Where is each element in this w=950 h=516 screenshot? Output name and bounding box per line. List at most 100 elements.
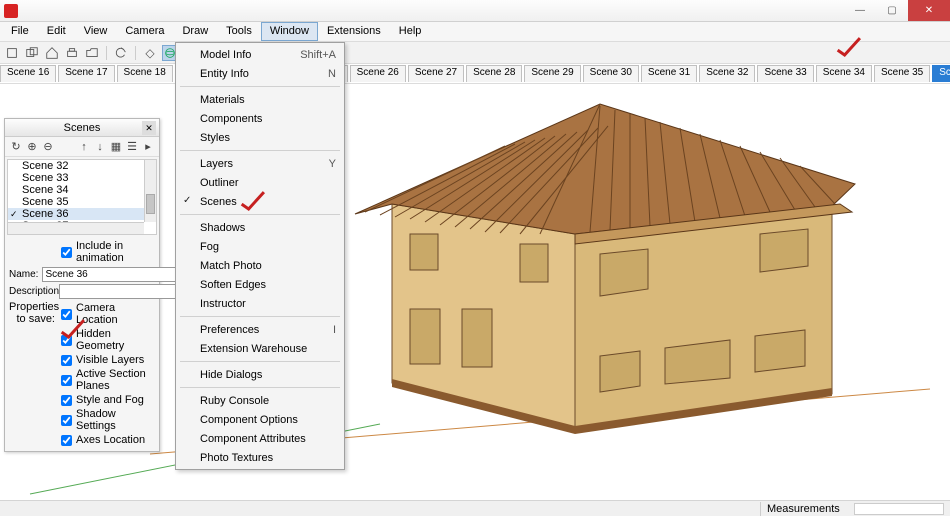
menu-item-component-attributes[interactable]: Component Attributes <box>178 429 342 448</box>
scene-tab[interactable]: Scene 31 <box>641 65 697 82</box>
scene-tab[interactable]: Scene 35 <box>874 65 930 82</box>
menu-item-instructor[interactable]: Instructor <box>178 294 342 313</box>
include-label: Include in animation <box>76 240 155 264</box>
undo-icon[interactable] <box>113 45 129 61</box>
scenes-panel-close-icon[interactable]: ✕ <box>142 121 156 135</box>
menu-item-layers[interactable]: LayersY <box>178 154 342 173</box>
menu-item-match-photo[interactable]: Match Photo <box>178 256 342 275</box>
menu-item-preferences[interactable]: PreferencesI <box>178 320 342 339</box>
menu-item-materials[interactable]: Materials <box>178 90 342 109</box>
shortcut-label: N <box>328 68 336 80</box>
menu-item-label: Component Attributes <box>200 433 306 445</box>
name-label: Name: <box>9 269 42 280</box>
property-checkbox[interactable] <box>61 309 72 320</box>
move-up-icon[interactable]: ↑ <box>77 140 91 154</box>
property-checkbox[interactable] <box>61 395 72 406</box>
menu-item-components[interactable]: Components <box>178 109 342 128</box>
scene-tab[interactable]: Scene 17 <box>58 65 114 82</box>
menu-window[interactable]: Window <box>261 22 318 41</box>
menu-item-entity-info[interactable]: Entity InfoN <box>178 64 342 83</box>
property-checkbox[interactable] <box>61 355 72 366</box>
measurements-input[interactable] <box>854 503 944 515</box>
details-icon[interactable]: ☰ <box>125 140 139 154</box>
list-item[interactable]: Scene 33 <box>8 172 156 184</box>
list-item-label: Scene 33 <box>22 172 68 184</box>
menu-help[interactable]: Help <box>390 22 431 41</box>
view-icon[interactable]: ▦ <box>109 140 123 154</box>
list-item[interactable]: ✓Scene 36 <box>8 208 156 220</box>
name-field[interactable] <box>42 267 180 282</box>
scrollbar-horizontal[interactable] <box>8 222 144 234</box>
folder-icon[interactable] <box>84 45 100 61</box>
menu-item-extension-warehouse[interactable]: Extension Warehouse <box>178 339 342 358</box>
window-menu-dropdown: Model InfoShift+AEntity InfoN Materials Co… <box>175 42 345 470</box>
shortcut-label: Shift+A <box>300 49 336 61</box>
property-label: Axes Location <box>76 434 145 446</box>
scene-tab[interactable]: Scene 28 <box>466 65 522 82</box>
menu-item-styles[interactable]: Styles <box>178 128 342 147</box>
property-label: Active Section Planes <box>76 368 155 392</box>
menu-edit[interactable]: Edit <box>38 22 75 41</box>
menu-item-label: Match Photo <box>200 260 262 272</box>
tool-1-icon[interactable]: ◇ <box>142 45 158 61</box>
property-checkbox[interactable] <box>61 435 72 446</box>
menu-item-ruby-console[interactable]: Ruby Console <box>178 391 342 410</box>
maximize-button[interactable]: ▢ <box>876 0 908 21</box>
menu-icon[interactable]: ▸ <box>141 140 155 154</box>
property-checkbox[interactable] <box>61 375 72 386</box>
move-down-icon[interactable]: ↓ <box>93 140 107 154</box>
menu-item-hide-dialogs[interactable]: Hide Dialogs <box>178 365 342 384</box>
scenes-list[interactable]: Scene 32Scene 33Scene 34Scene 35✓Scene 3… <box>7 159 157 235</box>
menu-item-label: Hide Dialogs <box>200 369 262 381</box>
menu-item-label: Materials <box>200 94 245 106</box>
menu-item-label: Outliner <box>200 177 239 189</box>
menu-item-label: Ruby Console <box>200 395 269 407</box>
menu-view[interactable]: View <box>75 22 117 41</box>
menu-item-photo-textures[interactable]: Photo Textures <box>178 448 342 467</box>
remove-icon[interactable]: ⊖ <box>41 140 55 154</box>
house-icon[interactable] <box>44 45 60 61</box>
scene-tab[interactable]: Scene 26 <box>350 65 406 82</box>
scene-tab[interactable]: Scene 32 <box>699 65 755 82</box>
menu-item-model-info[interactable]: Model InfoShift+A <box>178 45 342 64</box>
close-button[interactable]: ✕ <box>908 0 950 21</box>
props-label: Properties <box>9 301 55 313</box>
refresh-icon[interactable]: ↻ <box>9 140 23 154</box>
list-item[interactable]: Scene 34 <box>8 184 156 196</box>
menu-item-shadows[interactable]: Shadows <box>178 218 342 237</box>
property-checkbox[interactable] <box>61 415 72 426</box>
scene-tab[interactable]: Scene 33 <box>757 65 813 82</box>
include-in-animation-checkbox[interactable] <box>61 247 72 258</box>
menu-item-label: Components <box>200 113 262 125</box>
scene-tab[interactable]: Scene 27 <box>408 65 464 82</box>
scene-tab[interactable]: Scene 30 <box>583 65 639 82</box>
scenes-panel-title[interactable]: Scenes ✕ <box>5 119 159 137</box>
menu-tools[interactable]: Tools <box>217 22 261 41</box>
scene-tab[interactable]: Scene 36 <box>932 65 950 82</box>
menu-item-component-options[interactable]: Component Options <box>178 410 342 429</box>
print-icon[interactable] <box>64 45 80 61</box>
menu-item-soften-edges[interactable]: Soften Edges <box>178 275 342 294</box>
shape-2-icon[interactable] <box>24 45 40 61</box>
add-icon[interactable]: ⊕ <box>25 140 39 154</box>
menu-camera[interactable]: Camera <box>116 22 173 41</box>
menu-item-outliner[interactable]: Outliner <box>178 173 342 192</box>
annotation-check-3 <box>834 36 866 66</box>
scrollbar-vertical[interactable] <box>144 160 156 222</box>
scene-tab[interactable]: Scene 18 <box>117 65 173 82</box>
scene-tab[interactable]: Scene 29 <box>524 65 580 82</box>
menu-draw[interactable]: Draw <box>173 22 217 41</box>
list-item-label: Scene 36 <box>22 208 68 220</box>
menu-extensions[interactable]: Extensions <box>318 22 390 41</box>
menu-item-fog[interactable]: Fog <box>178 237 342 256</box>
scene-tab[interactable]: Scene 34 <box>816 65 872 82</box>
list-item[interactable]: Scene 32 <box>8 160 156 172</box>
menu-file[interactable]: File <box>2 22 38 41</box>
minimize-button[interactable]: — <box>844 0 876 21</box>
list-item[interactable]: Scene 35 <box>8 196 156 208</box>
list-item-label: Scene 34 <box>22 184 68 196</box>
scene-tab[interactable]: Scene 16 <box>0 65 56 82</box>
shape-1-icon[interactable] <box>4 45 20 61</box>
toolbar: ◇ <box>0 42 950 64</box>
menu-item-label: Scenes <box>200 196 237 208</box>
